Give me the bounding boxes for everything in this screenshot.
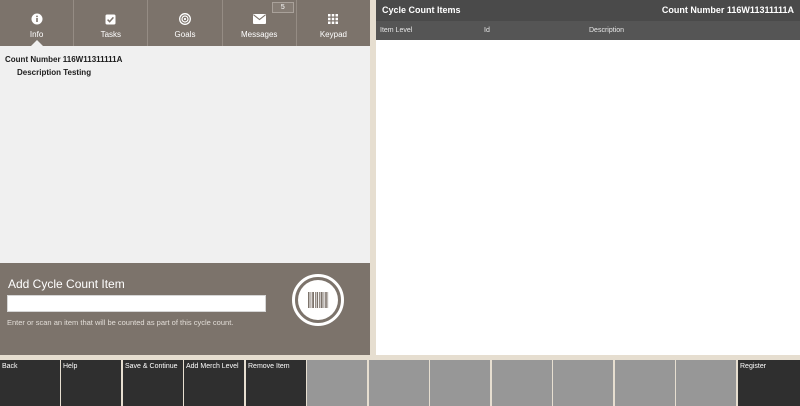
remove-item-button[interactable]: Remove Item [246,360,306,406]
column-header-id: Id [484,27,490,34]
count-info: Count Number 116W11311111A Description T… [5,55,122,77]
add-item-title: Add Cycle Count Item [8,277,125,291]
tab-info-label: Info [29,30,44,39]
messages-icon [252,13,266,25]
cycle-count-items-header: Cycle Count Items Count Number 116W11311… [376,0,800,21]
add-cycle-count-item-panel: Add Cycle Count Item Enter or scan an it… [0,263,370,355]
info-panel: Info Tasks Goals 5 Messages Keypad Count… [0,0,370,355]
help-button[interactable]: Help [61,360,121,406]
count-description-text: Description Testing [17,68,92,77]
barcode-icon [308,292,329,308]
toolbar-empty-button [369,360,429,406]
scan-barcode-button[interactable] [292,274,344,326]
cycle-count-items-panel: Cycle Count Items Count Number 116W11311… [376,0,800,355]
tab-goals[interactable]: Goals [148,0,223,46]
cycle-count-items-title: Cycle Count Items [382,5,461,15]
toolbar-empty-button [492,360,552,406]
toolbar-empty-button [676,360,736,406]
register-button[interactable]: Register [738,360,800,406]
tasks-icon [105,13,116,25]
tab-tasks-label: Tasks [100,30,122,39]
back-button[interactable]: Back [0,360,60,406]
toolbar-empty-button [307,360,367,406]
info-icon [31,13,43,25]
tab-tasks[interactable]: Tasks [74,0,149,46]
keypad-icon [328,13,339,25]
tab-goals-label: Goals [174,30,196,39]
count-number-text: Count Number 116W11311111A [5,55,123,64]
toolbar-empty-button [615,360,675,406]
goals-icon [179,13,191,25]
add-item-hint: Enter or scan an item that will be count… [7,318,234,327]
column-header-description: Description [589,27,625,34]
tab-info[interactable]: Info [0,0,75,47]
tab-messages-label: Messages [240,30,278,39]
header-count-number: Count Number 116W11311111A [661,5,794,15]
toolbar-empty-button [553,360,613,406]
save-continue-button[interactable]: Save & Continue [123,360,183,406]
add-merch-level-button[interactable]: Add Merch Level [184,360,244,406]
tab-bar: Info Tasks Goals 5 Messages Keypad [0,0,370,47]
bottom-toolbar: Back Help Save & Continue Add Merch Leve… [0,358,800,406]
tab-keypad-label: Keypad [319,30,347,39]
table-column-headers: Item Level Id Description [376,21,800,40]
add-item-input[interactable] [7,295,266,312]
column-header-item-level: Item Level [380,27,413,34]
tab-messages[interactable]: 5 Messages [223,0,297,46]
tab-keypad[interactable]: Keypad [297,0,370,46]
messages-count-badge: 5 [271,2,294,13]
toolbar-empty-button [430,360,490,406]
